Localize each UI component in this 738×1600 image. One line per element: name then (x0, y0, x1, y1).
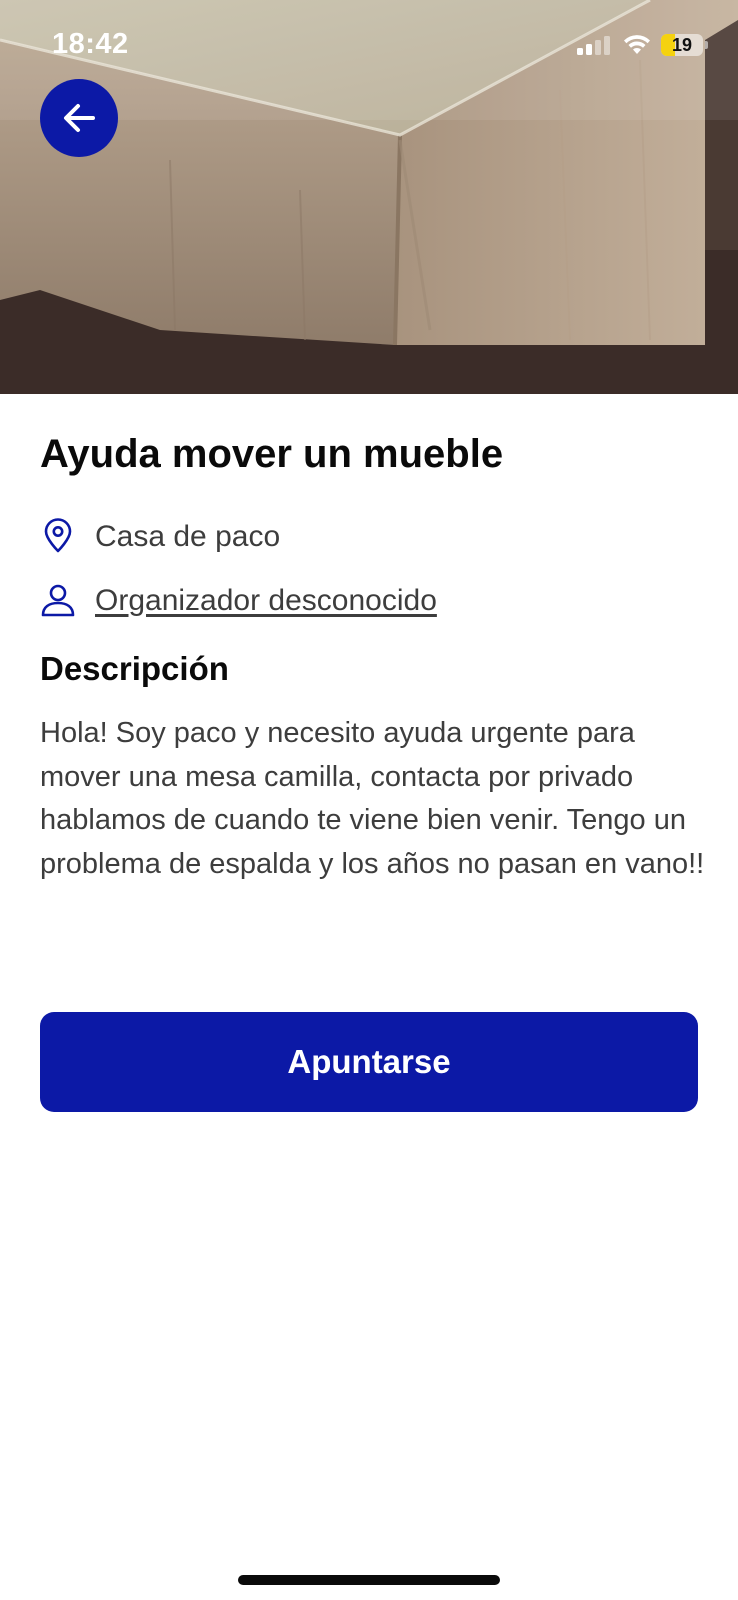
location-pin-icon (44, 518, 72, 553)
join-button[interactable]: Apuntarse (40, 1012, 698, 1112)
status-time: 18:42 (52, 28, 129, 60)
location-row: Casa de paco (40, 514, 700, 558)
home-indicator (238, 1575, 500, 1585)
user-icon (41, 584, 75, 617)
cellular-signal-icon (577, 36, 610, 55)
battery-level: 19 (671, 35, 693, 55)
description-text: Hola! Soy paco y necesito ayuda urgente … (40, 717, 705, 880)
back-button[interactable] (40, 79, 118, 157)
organizer-link[interactable]: Organizador desconocido (95, 584, 437, 618)
location-text: Casa de paco (95, 520, 281, 553)
hero-image: 18:42 19 (0, 0, 738, 394)
description-heading: Descripción (40, 650, 229, 687)
battery-icon: 19 (661, 34, 703, 56)
wifi-icon (624, 35, 650, 54)
organizer-row[interactable]: Organizador desconocido (40, 578, 700, 622)
status-bar: 18:42 19 (0, 0, 738, 90)
event-title: Ayuda mover un mueble (40, 432, 504, 476)
battery-tip (705, 41, 708, 49)
arrow-left-icon (64, 104, 95, 132)
